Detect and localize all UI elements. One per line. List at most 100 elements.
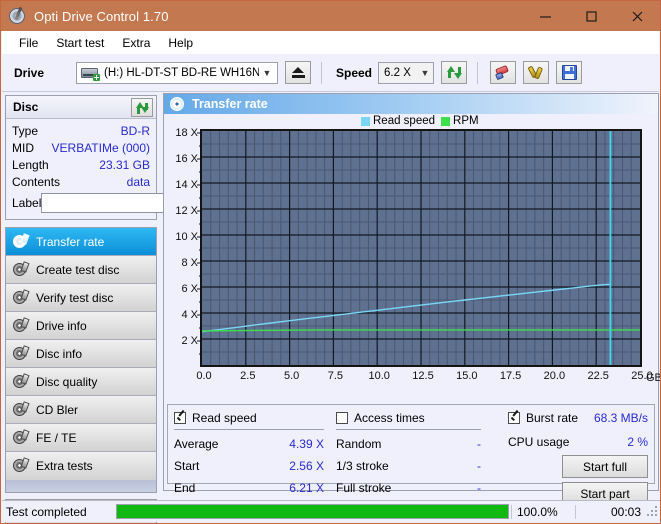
speed-select[interactable]: 6.2 X ▼: [378, 61, 435, 84]
stat-row-third-stroke: 1/3 stroke -: [336, 455, 481, 477]
disc-key-contents: Contents: [12, 174, 61, 189]
stat-row-full-stroke: Full stroke -: [336, 477, 481, 499]
menu-item-start-test[interactable]: Start test: [47, 34, 113, 52]
menu-item-help[interactable]: Help: [159, 34, 202, 52]
access-times-checkbox-row[interactable]: Access times: [336, 409, 481, 427]
disc-row-length: Length 23.31 GB: [12, 156, 150, 173]
sidebar-item-transfer-rate[interactable]: Transfer rate: [6, 228, 156, 256]
access-times-checkbox-label: Access times: [354, 411, 425, 425]
chart-legend: Read speed RPM: [361, 115, 485, 127]
stat-value-average: 4.39 X: [289, 437, 324, 451]
legend-label-rpm: RPM: [453, 115, 479, 127]
tools-button[interactable]: [523, 61, 550, 84]
legend-item-read-speed: Read speed: [361, 115, 435, 127]
drive-select[interactable]: (H:) HL-DT-ST BD-RE WH16NS48 1.D3 ▼: [76, 61, 278, 84]
resize-grip[interactable]: [647, 505, 659, 518]
read-speed-checkbox-label: Read speed: [192, 411, 257, 425]
minimize-button[interactable]: [522, 1, 568, 31]
title-bar: Opti Drive Control 1.70: [1, 1, 660, 31]
refresh-drive-button[interactable]: [441, 61, 468, 84]
burst-rate-checkbox-row[interactable]: Burst rate 68.3 MB/s: [508, 409, 648, 427]
chart-y-tick-mark-minor: [199, 223, 202, 225]
chart-y-tick-label: 10 X: [175, 231, 198, 243]
sidebar-item-verify-test-disc[interactable]: Verify test disc: [6, 284, 156, 312]
disc-label-row: Label: [12, 192, 213, 214]
close-button[interactable]: [614, 1, 660, 31]
sidebar-item-label: FE / TE: [36, 430, 77, 445]
status-bar: Test completed 100.0% 00:03: [2, 500, 660, 522]
disc-value-length: 23.31 GB: [99, 157, 150, 172]
stat-value-third-stroke: -: [477, 459, 481, 473]
panel-title: Transfer rate: [192, 97, 268, 111]
chart-x-tick-label: 7.5: [327, 370, 344, 382]
stat-key-end: End: [174, 481, 196, 495]
eject-icon: [291, 67, 305, 78]
erase-button[interactable]: [490, 61, 517, 84]
toolbar-separator-1: [321, 61, 322, 84]
sidebar-item-fe-te[interactable]: FE / TE: [6, 424, 156, 452]
legend-label-read-speed: Read speed: [373, 115, 436, 127]
chart-y-tick-mark-minor: [199, 327, 202, 329]
chart-y-tick-mark-minor: [199, 301, 202, 303]
stat-value-full-stroke: -: [477, 481, 481, 495]
stat-row-end: End 6.21 X: [174, 477, 324, 499]
window-controls: [522, 1, 660, 31]
progress-bar-fill: [117, 505, 508, 518]
chart-y-tick-mark: [197, 132, 202, 134]
left-panel: Disc Type BD-R MID VERBATIMe (000) Lengt…: [2, 93, 213, 523]
refresh-icon: [446, 65, 462, 80]
sidebar-item-disc-quality[interactable]: Disc quality: [6, 368, 156, 396]
sidebar-item-drive-info[interactable]: Drive info: [6, 312, 156, 340]
stats-panel: Read speed Average 4.39 X Start 2.56 X E…: [167, 404, 655, 505]
disc-refresh-button[interactable]: [131, 97, 153, 117]
stat-value-end: 6.21 X: [289, 481, 324, 495]
sidebar-item-label: Extra tests: [36, 459, 93, 473]
disc-row-contents: Contents data: [12, 173, 150, 190]
divider: [336, 429, 481, 430]
stat-row-average: Average 4.39 X: [174, 433, 324, 455]
burst-rate-checkbox[interactable]: [508, 412, 520, 424]
app-logo-icon: [9, 6, 27, 25]
nav-list-filler: [6, 480, 156, 492]
disc-test-icon: [12, 316, 30, 334]
read-speed-checkbox-row[interactable]: Read speed: [174, 409, 324, 427]
disc-label-key: Label: [12, 196, 42, 210]
disc-value-type: BD-R: [120, 123, 150, 138]
sidebar-item-disc-info[interactable]: Disc info: [6, 340, 156, 368]
drive-toolbar: Drive (H:) HL-DT-ST BD-RE WH16NS48 1.D3 …: [2, 54, 659, 92]
stat-row-random: Random -: [336, 433, 481, 455]
access-times-checkbox[interactable]: [336, 412, 348, 424]
divider: [174, 429, 324, 430]
menu-item-extra[interactable]: Extra: [113, 34, 159, 52]
menu-item-file[interactable]: File: [10, 34, 47, 52]
sidebar-item-cd-bler[interactable]: CD Bler: [6, 396, 156, 424]
disc-panel-title: Disc: [13, 100, 39, 114]
disc-value-mid: VERBATIMe (000): [51, 140, 150, 155]
disc-test-icon: [12, 288, 30, 306]
save-button[interactable]: [556, 61, 583, 84]
chart-y-tick-mark-minor: [199, 353, 202, 355]
read-speed-checkbox[interactable]: [174, 412, 186, 424]
chart-x-unit-label: GB: [646, 372, 661, 384]
sidebar-item-create-test-disc[interactable]: Create test disc: [6, 256, 156, 284]
chart-y-tick-mark: [197, 288, 202, 290]
chart-x-tick-label: 2.5: [240, 370, 256, 382]
chart-y-tick-mark-minor: [199, 249, 202, 251]
disc-value-contents: data: [126, 174, 150, 189]
disc-properties: Type BD-R MID VERBATIMe (000) Length 23.…: [6, 119, 213, 219]
disc-test-icon: [12, 428, 30, 446]
eject-button[interactable]: [285, 61, 311, 84]
disc-test-icon: [12, 457, 30, 474]
sidebar-item-label: Disc info: [36, 346, 83, 361]
floppy-save-icon: [561, 65, 577, 80]
access-times-column: Access times Random - 1/3 stroke - Full …: [336, 409, 481, 499]
transfer-rate-icon: [170, 97, 184, 111]
chart-y-tick-mark: [197, 210, 202, 212]
legend-swatch-rpm: [441, 116, 451, 126]
maximize-button[interactable]: [568, 1, 614, 31]
sidebar-item-label: Drive info: [36, 318, 87, 333]
chart-y-tick-label: 12 X: [175, 205, 198, 217]
sidebar-item-extra-tests[interactable]: Extra tests: [6, 452, 156, 480]
chart-x-tick-label: 20.0: [543, 370, 566, 382]
start-full-button[interactable]: Start full: [562, 455, 648, 478]
